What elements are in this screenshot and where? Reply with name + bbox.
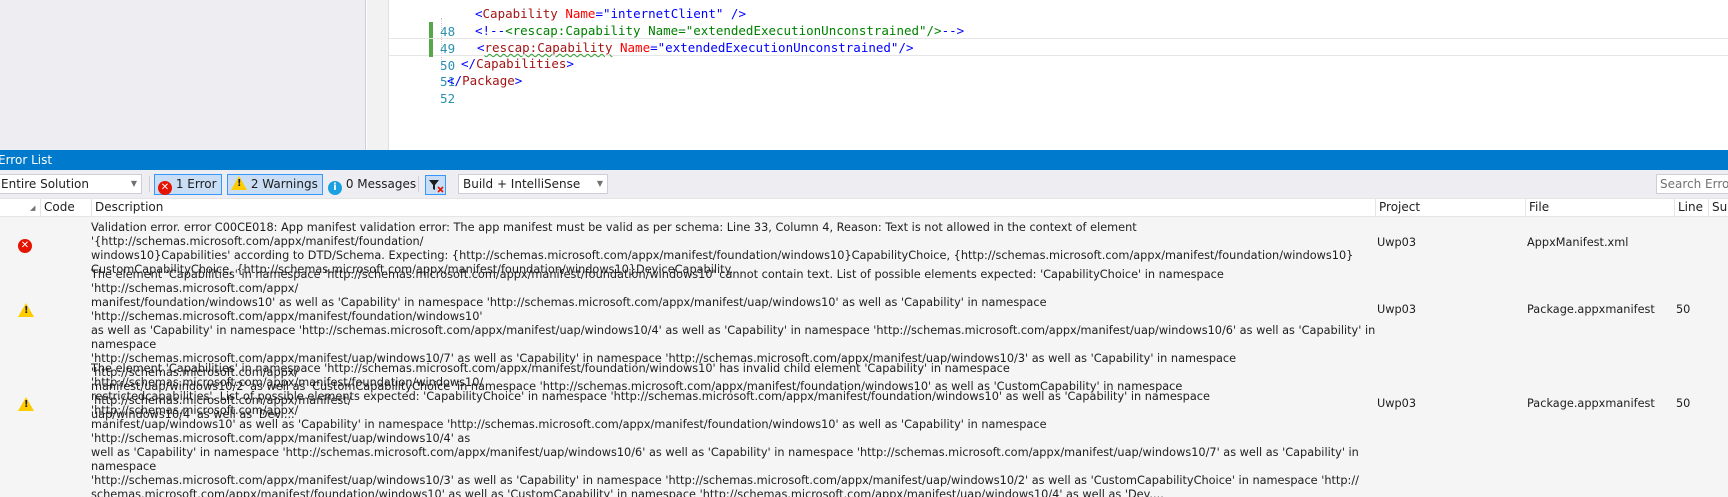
warning-icon — [18, 303, 34, 319]
row-file: AppxManifest.xml — [1527, 236, 1629, 249]
warnings-filter-label: 2 Warnings — [250, 177, 318, 191]
error-icon: ✕ — [18, 236, 32, 253]
code-token: Package — [462, 73, 515, 88]
editor-glyph-margin — [367, 0, 389, 150]
code-token: > — [514, 73, 523, 88]
code-token: Name — [565, 6, 596, 21]
column-header-code[interactable]: Code — [40, 199, 75, 216]
row-project: Uwp03 — [1377, 303, 1417, 316]
error-list-title: Error List — [0, 153, 53, 167]
row-project: Uwp03 — [1377, 397, 1417, 410]
error-list-toolbar: Entire Solution ▼ ✕ 1 Error 2 Warnings i… — [0, 170, 1728, 198]
row-file: Package.appxmanifest — [1527, 303, 1655, 316]
build-filter-dropdown[interactable]: Build + IntelliSense ▼ — [458, 174, 608, 194]
column-header-suppression[interactable]: Su — [1708, 199, 1727, 216]
column-header-project[interactable]: Project — [1375, 199, 1420, 216]
code-token: Capabilities — [476, 56, 567, 71]
code-token: = — [595, 6, 603, 21]
code-token: rescap:Capability — [484, 40, 613, 55]
messages-filter-label: 0 Messages — [345, 177, 417, 191]
row-file: Package.appxmanifest — [1527, 397, 1655, 410]
code-token: "internetClient" — [602, 6, 724, 21]
search-input[interactable]: Search Error List — [1656, 174, 1728, 194]
code-token: Capability — [482, 6, 558, 21]
code-token: <rescap:Capability Name="extendedExecuti… — [505, 23, 942, 38]
error-list-header: ◢ Code Description Project File Line Su — [0, 198, 1728, 217]
code-token: /> — [730, 6, 746, 21]
build-filter-value: Build + IntelliSense — [463, 177, 581, 191]
left-pane — [0, 0, 366, 150]
search-placeholder: Search Error List — [1660, 177, 1728, 191]
code-token: </ — [447, 73, 463, 88]
row-description: The element 'Capabilities' in namespace … — [91, 362, 1359, 497]
row-project: Uwp03 — [1377, 236, 1417, 249]
separator — [418, 176, 419, 192]
code-token: > — [566, 56, 574, 71]
warning-icon — [18, 397, 34, 413]
scope-value: Entire Solution — [1, 177, 89, 191]
column-header-description[interactable]: Description — [91, 199, 163, 216]
code-token: /> — [898, 40, 914, 55]
warnings-filter-button[interactable]: 2 Warnings — [227, 174, 323, 195]
warning-row[interactable]: The element 'Capabilities' in namespace … — [0, 362, 1728, 497]
code-line[interactable]: 48 <Capability Name="internetClient" /> — [389, 5, 1728, 39]
code-token: </ — [461, 56, 477, 71]
code-text[interactable]: <Capability Name="internetClient" /> — [475, 5, 746, 23]
error-icon: ✕ — [158, 181, 172, 195]
code-line[interactable]: 52 </Package> — [389, 72, 1728, 106]
row-line: 50 — [1676, 303, 1691, 316]
code-token: < — [477, 40, 485, 55]
error-list-panel: Error List Entire Solution ▼ ✕ 1 Error 2… — [0, 150, 1728, 497]
scope-dropdown[interactable]: Entire Solution ▼ — [0, 174, 142, 194]
code-editor[interactable]: 48 <Capability Name="internetClient" /> … — [0, 0, 1728, 150]
messages-filter-button[interactable]: i 0 Messages — [324, 174, 421, 195]
code-line[interactable]: 51 </Capabilities> — [389, 55, 1728, 89]
warning-icon — [231, 176, 247, 190]
row-line: 50 — [1676, 397, 1691, 410]
column-header-line[interactable]: Line — [1674, 199, 1703, 216]
code-token: Name — [620, 40, 651, 55]
column-header-file[interactable]: File — [1525, 199, 1549, 216]
error-list-rows: ✕ Validation error. error C00CE018: App … — [0, 217, 1728, 497]
code-token: = — [650, 40, 658, 55]
code-text[interactable]: </Package> — [447, 72, 522, 90]
chevron-down-icon: ▼ — [130, 179, 137, 188]
code-token: < — [475, 6, 483, 21]
line-number: 52 — [440, 91, 456, 106]
filter-icon[interactable] — [425, 175, 446, 195]
code-text[interactable]: </Capabilities> — [461, 55, 574, 73]
info-icon: i — [328, 181, 342, 195]
errors-filter-button[interactable]: ✕ 1 Error — [154, 174, 222, 195]
sort-indicator-icon: ◢ — [30, 204, 36, 212]
code-token: "extendedExecutionUnconstrained" — [657, 40, 899, 55]
code-token: --> — [941, 23, 965, 38]
separator — [149, 176, 150, 192]
chevron-down-icon: ▼ — [596, 179, 603, 188]
error-list-title-bar[interactable]: Error List — [0, 150, 1728, 170]
code-token: <!-- — [475, 23, 506, 38]
code-line-current[interactable]: 50 <rescap:Capability Name="extendedExec… — [389, 38, 1728, 73]
error-row[interactable]: ✕ Validation error. error C00CE018: App … — [0, 221, 1728, 276]
errors-filter-label: 1 Error — [175, 177, 217, 191]
warning-row[interactable]: The element 'Capabilities' in namespace … — [0, 268, 1728, 421]
